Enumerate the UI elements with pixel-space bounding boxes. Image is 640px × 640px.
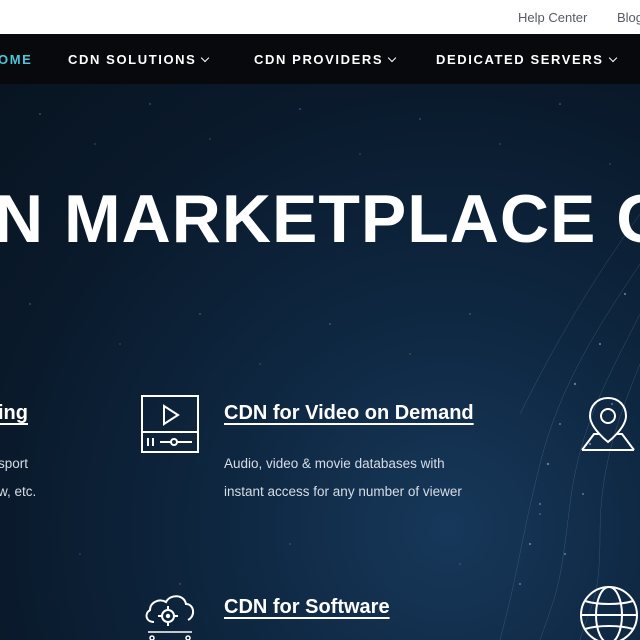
hero-section: N MARKETPLACE ON ing sport w, etc. CDN f… [0,84,640,640]
blog-link[interactable]: Blog [617,10,640,25]
help-center-link[interactable]: Help Center [518,10,587,25]
nav-cdn-providers-label: CDN PROVIDERS [254,52,384,67]
nav-home[interactable]: OME [0,52,32,67]
top-utility-bar: Help Center Blog [0,0,640,34]
service-video-desc-line2: instant access for any number of viewer [224,484,462,499]
service-software-title[interactable]: CDN for Software [224,596,390,619]
nav-cdn-solutions-label: CDN SOLUTIONS [68,52,197,67]
map-pin-icon [581,396,635,451]
service-left-title[interactable]: ing [0,402,28,425]
hero-title: N MARKETPLACE ON [0,181,640,257]
nav-dedicated-servers[interactable]: DEDICATED SERVERS [436,52,617,67]
chevron-down-icon [387,53,397,63]
nav-dedicated-servers-label: DEDICATED SERVERS [436,52,604,67]
nav-cdn-solutions[interactable]: CDN SOLUTIONS [68,52,210,67]
globe-icon [580,586,638,640]
cloud-gear-icon [145,595,194,640]
starfield-background [29,103,640,640]
service-video-desc-line1: Audio, video & movie databases with [224,456,445,471]
service-left-desc-line1: sport [0,456,29,471]
video-player-icon [141,395,199,453]
chevron-down-icon [608,53,617,63]
service-left-desc-line2: w, etc. [0,484,37,499]
nav-cdn-providers[interactable]: CDN PROVIDERS [254,52,397,67]
main-nav: OME CDN SOLUTIONS CDN PROVIDERS DEDICATE… [0,34,640,84]
service-video-title[interactable]: CDN for Video on Demand [224,402,474,425]
chevron-down-icon [201,53,210,63]
